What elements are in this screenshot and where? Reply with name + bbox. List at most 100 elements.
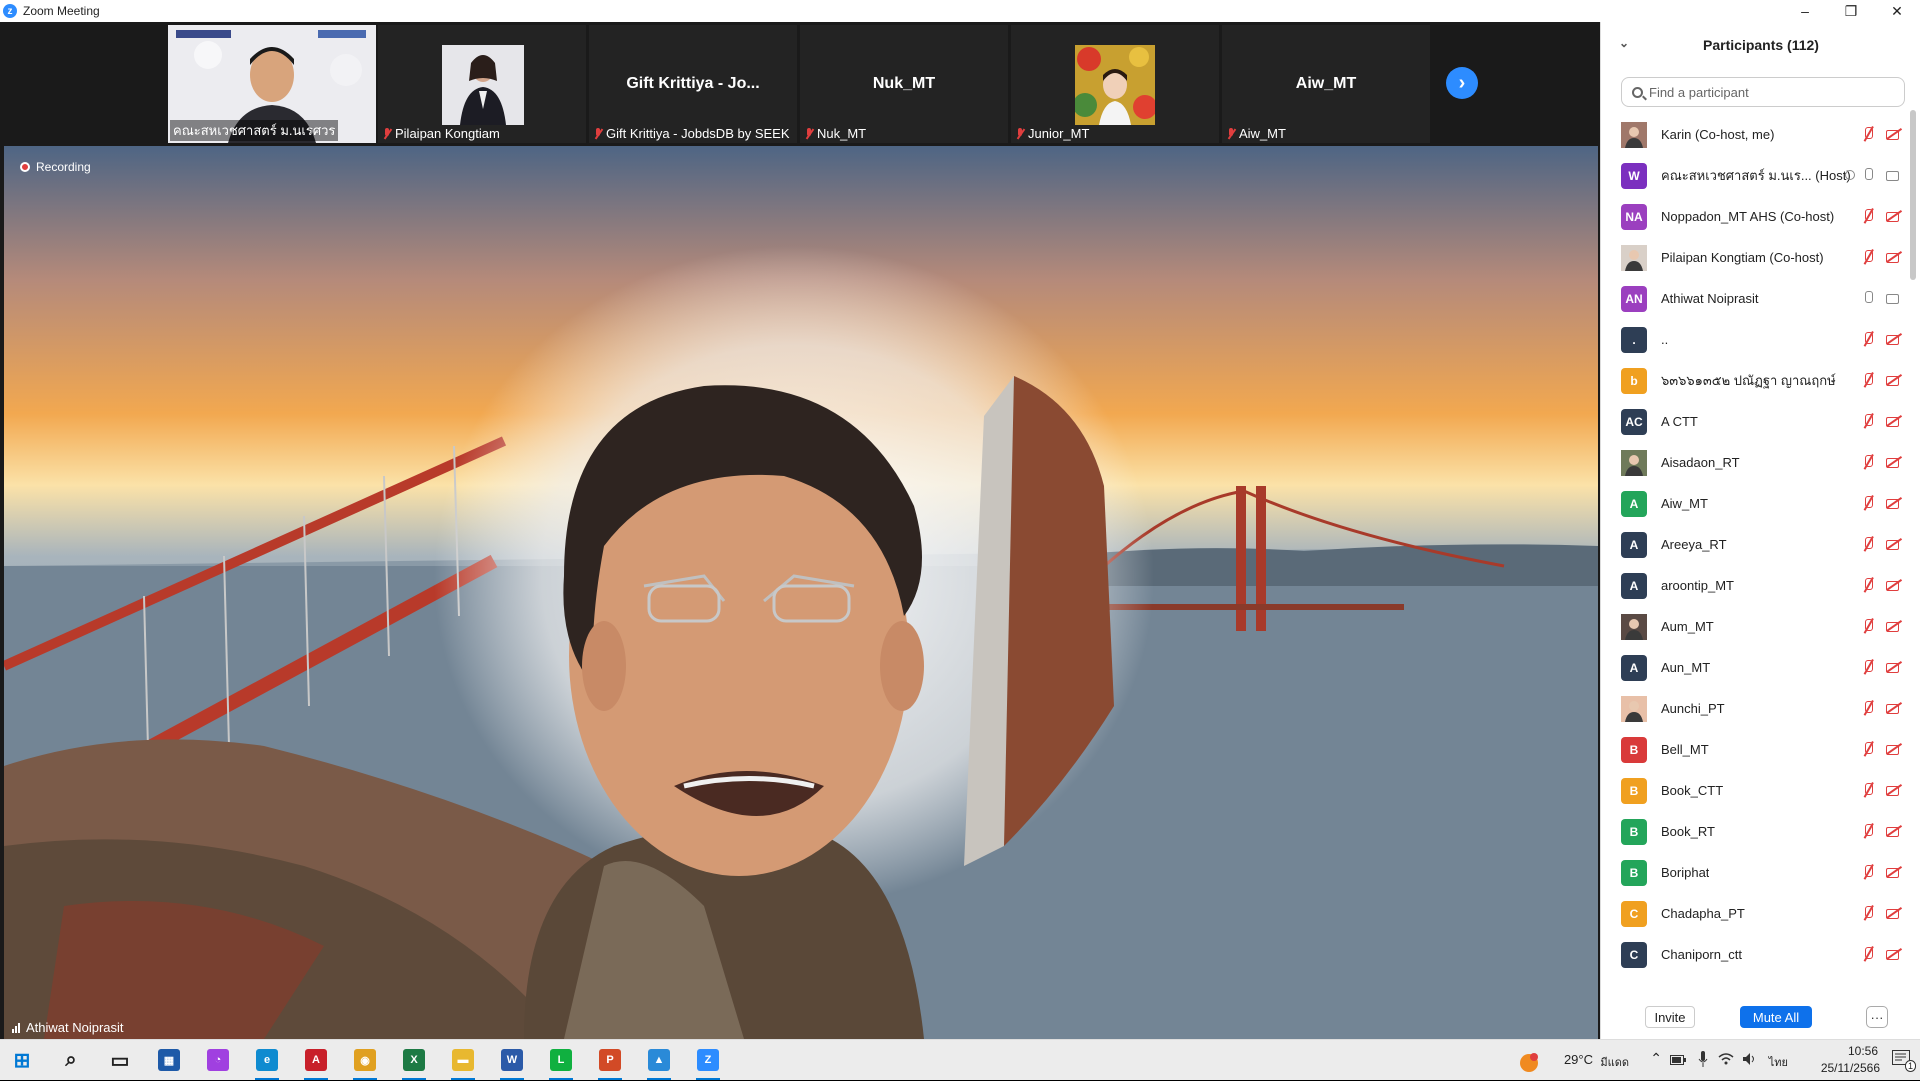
camera-off-icon[interactable] <box>1885 373 1903 387</box>
participant-row[interactable]: AN Athiwat Noiprasit <box>1601 278 1907 319</box>
microphone-muted-icon[interactable] <box>1861 331 1875 347</box>
thumbnail-tile[interactable]: คณะสหเวชศาสตร์ ม.นเรศวร <box>168 25 376 143</box>
photos-icon[interactable]: ▲ <box>645 1046 673 1080</box>
edge-icon[interactable]: e <box>253 1046 281 1080</box>
participant-row[interactable]: A Areeya_RT <box>1601 524 1907 565</box>
thumbnail-tile[interactable]: Pilaipan Kongtiam <box>378 25 586 143</box>
thumbnail-tile[interactable]: Gift Krittiya - Jo... Gift Krittiya - Jo… <box>589 25 797 143</box>
battery-icon[interactable] <box>1670 1053 1686 1068</box>
camera-off-icon[interactable] <box>1885 783 1903 797</box>
microphone-muted-icon[interactable] <box>1861 208 1875 224</box>
chevron-up-icon[interactable]: ⌃ <box>1650 1050 1662 1067</box>
microphone-muted-icon[interactable] <box>1861 536 1875 552</box>
close-button[interactable]: ✕ <box>1874 0 1920 22</box>
camera-off-icon[interactable] <box>1885 455 1903 469</box>
microphone-icon[interactable] <box>1698 1051 1708 1070</box>
participant-row[interactable]: B Bell_MT <box>1601 729 1907 770</box>
pdf-icon[interactable]: A <box>302 1046 330 1080</box>
participant-row[interactable]: NA Noppadon_MT AHS (Co-host) <box>1601 196 1907 237</box>
camera-off-icon[interactable] <box>1885 824 1903 838</box>
clock-time[interactable]: 10:56 <box>1848 1044 1878 1058</box>
participant-row[interactable]: W คณะสหเวชศาสตร์ ม.นเร... (Host) <box>1601 155 1907 196</box>
microphone-muted-icon[interactable] <box>1861 618 1875 634</box>
participant-row[interactable]: Aum_MT <box>1601 606 1907 647</box>
restore-button[interactable]: ❐ <box>1828 0 1874 22</box>
next-page-button[interactable]: › <box>1446 67 1478 99</box>
participant-row[interactable]: Aaroontip_MT <box>1601 565 1907 606</box>
thumbnail-tile[interactable]: Aiw_MT Aiw_MT <box>1222 25 1430 143</box>
camera-off-icon[interactable] <box>1885 906 1903 920</box>
microphone-muted-icon[interactable] <box>1861 741 1875 757</box>
participant-row[interactable]: B Book_RT <box>1601 811 1907 852</box>
excel-icon[interactable]: X <box>400 1046 428 1080</box>
microphone-muted-icon[interactable] <box>1861 413 1875 429</box>
camera-off-icon[interactable] <box>1885 701 1903 715</box>
wifi-icon[interactable] <box>1718 1052 1734 1069</box>
store-icon[interactable]: ▦ <box>155 1046 183 1074</box>
camera-off-icon[interactable] <box>1885 619 1903 633</box>
participant-search[interactable] <box>1621 77 1905 107</box>
mute-all-button[interactable]: Mute All <box>1740 1006 1812 1028</box>
weather-icon[interactable] <box>1518 1052 1540 1077</box>
participant-row[interactable]: Aisadaon_RT <box>1601 442 1907 483</box>
camera-off-icon[interactable] <box>1885 865 1903 879</box>
camera-off-icon[interactable] <box>1885 250 1903 264</box>
participant-row[interactable]: C Chadapha_PT <box>1601 893 1907 934</box>
camera-off-icon[interactable] <box>1885 742 1903 756</box>
microphone-muted-icon[interactable] <box>1861 577 1875 593</box>
weather-temp[interactable]: 29°C <box>1564 1052 1593 1067</box>
microphone-muted-icon[interactable] <box>1861 372 1875 388</box>
microphone-muted-icon[interactable] <box>1861 700 1875 716</box>
more-options-button[interactable]: ··· <box>1866 1006 1888 1028</box>
camera-off-icon[interactable] <box>1885 332 1903 346</box>
participant-row[interactable]: Aunchi_PT <box>1601 688 1907 729</box>
participant-row[interactable]: Pilaipan Kongtiam (Co-host) <box>1601 237 1907 278</box>
camera-off-icon[interactable] <box>1885 660 1903 674</box>
minimize-button[interactable]: – <box>1782 0 1828 22</box>
microphone-muted-icon[interactable] <box>1861 454 1875 470</box>
participant-row[interactable]: ... <box>1601 319 1907 360</box>
language-indicator[interactable]: ไทย <box>1769 1053 1788 1071</box>
scrollbar[interactable] <box>1910 110 1916 280</box>
clock-date[interactable]: 25/11/2566 <box>1821 1061 1880 1075</box>
microphone-muted-icon[interactable] <box>1861 905 1875 921</box>
participant-row[interactable]: A Aiw_MT <box>1601 483 1907 524</box>
participant-row[interactable]: C Chaniporn_ctt <box>1601 934 1907 975</box>
camera-off-icon[interactable] <box>1885 947 1903 961</box>
participant-row[interactable]: B Boriphat <box>1601 852 1907 893</box>
participant-row[interactable]: AC A CTT <box>1601 401 1907 442</box>
microphone-muted-icon[interactable] <box>1861 659 1875 675</box>
collapse-chevron-icon[interactable]: ⌄ <box>1619 36 1629 50</box>
invite-button[interactable]: Invite <box>1645 1006 1695 1028</box>
camera-off-icon[interactable] <box>1885 209 1903 223</box>
camera-off-icon[interactable] <box>1885 578 1903 592</box>
messenger-icon[interactable]: ◔ <box>204 1046 232 1074</box>
camera-off-icon[interactable] <box>1885 537 1903 551</box>
microphone-muted-icon[interactable] <box>1861 495 1875 511</box>
participant-row[interactable]: b ๖๓๖๖๑๓๕๒ ปณัฏฐา ญาณฤกษ์ <box>1601 360 1907 401</box>
microphone-icon[interactable] <box>1861 290 1875 306</box>
microphone-muted-icon[interactable] <box>1861 823 1875 839</box>
powerpoint-icon[interactable]: P <box>596 1046 624 1080</box>
camera-icon[interactable] <box>1885 291 1903 305</box>
weather-desc[interactable]: มีแดด <box>1600 1053 1629 1071</box>
microphone-muted-icon[interactable] <box>1861 864 1875 880</box>
thumbnail-tile[interactable]: Nuk_MT Nuk_MT <box>800 25 1008 143</box>
camera-off-icon[interactable] <box>1885 127 1903 141</box>
line-icon[interactable]: L <box>547 1046 575 1080</box>
participant-row[interactable]: B Book_CTT <box>1601 770 1907 811</box>
thumbnail-tile[interactable]: Junior_MT <box>1011 25 1219 143</box>
microphone-muted-icon[interactable] <box>1861 126 1875 142</box>
zoom-icon[interactable]: Z <box>694 1046 722 1080</box>
camera-icon[interactable] <box>1885 168 1903 182</box>
participant-row[interactable]: Karin (Co-host, me) <box>1601 114 1907 155</box>
microphone-icon[interactable] <box>1861 167 1875 183</box>
microphone-muted-icon[interactable] <box>1861 249 1875 265</box>
search-input[interactable] <box>1649 84 1889 100</box>
search-icon[interactable]: ⌕ <box>57 1046 85 1074</box>
task-view-icon[interactable]: ▭ <box>106 1046 134 1074</box>
chrome-icon[interactable]: ◉ <box>351 1046 379 1080</box>
camera-off-icon[interactable] <box>1885 414 1903 428</box>
explorer-icon[interactable]: ▬ <box>449 1046 477 1080</box>
volume-icon[interactable] <box>1742 1052 1758 1069</box>
